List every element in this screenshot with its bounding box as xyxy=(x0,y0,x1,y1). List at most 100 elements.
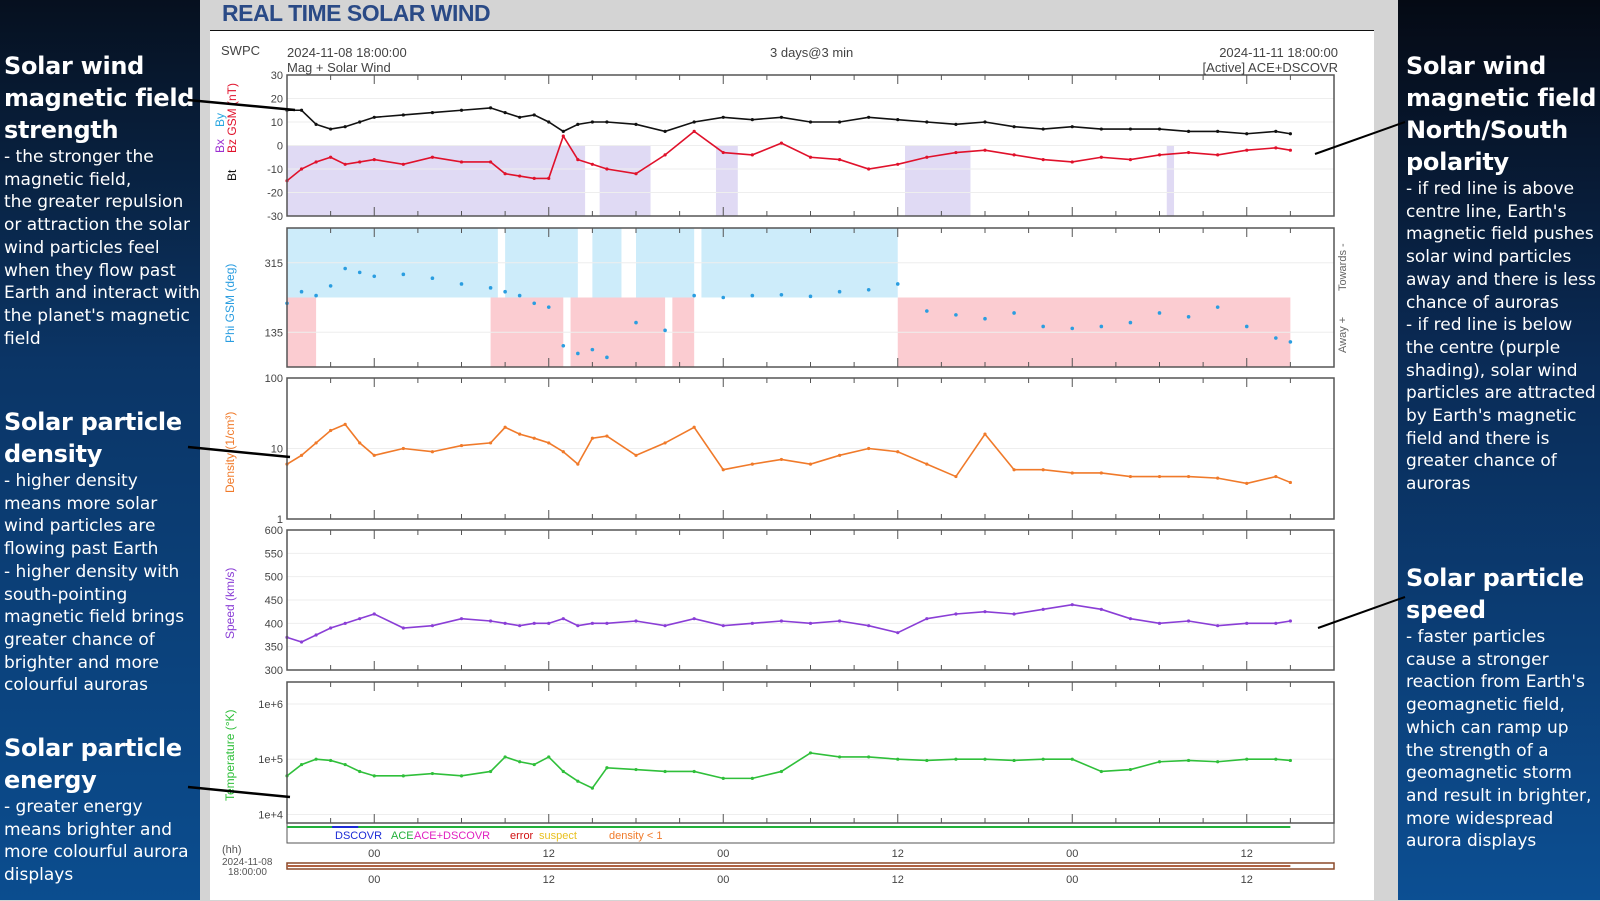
note-title: Solar particle speed xyxy=(1406,564,1584,624)
bz-series-point xyxy=(779,141,784,145)
mag-ytick-label: 30 xyxy=(271,70,283,82)
phi-point xyxy=(895,282,900,286)
mag-ytick-label: -20 xyxy=(267,188,283,200)
bt-series-point xyxy=(1216,129,1220,133)
phi-ytick-label: 315 xyxy=(265,258,283,270)
speed-series-point xyxy=(692,617,696,621)
chart-panel: SWPC 2024-11-08 18:00:00 Mag + Solar Win… xyxy=(210,30,1374,900)
speed-series-point xyxy=(605,621,609,625)
density-series-point xyxy=(808,462,813,466)
temperature-series-point xyxy=(576,779,580,783)
note-title: Solar wind magnetic field North/South po… xyxy=(1406,52,1597,176)
speed-series-point xyxy=(547,621,551,625)
bz-series-point xyxy=(1245,148,1249,152)
speed-series-point xyxy=(459,617,464,621)
phi-point xyxy=(692,293,696,298)
density-series-point xyxy=(692,425,696,429)
temperature-series-point xyxy=(372,774,376,778)
phi-point xyxy=(750,293,755,298)
bt-series-point xyxy=(1157,127,1162,131)
density-series-point xyxy=(1041,468,1045,472)
note-energy: Solar particle energy - greater energy m… xyxy=(4,732,200,887)
phi-point xyxy=(328,284,333,288)
bz-series-point xyxy=(314,160,318,164)
density-series-point xyxy=(1128,474,1133,479)
phi-point xyxy=(1215,305,1220,309)
bt-series-point xyxy=(532,113,536,117)
density-ytick-label: 100 xyxy=(265,373,283,385)
temperature-series-point xyxy=(459,774,464,778)
temperature-series-point xyxy=(954,757,958,761)
bz-series-point xyxy=(372,158,376,162)
speed-series-point xyxy=(867,624,871,628)
bz-series-point xyxy=(343,162,347,166)
temperature-series-point xyxy=(1128,767,1133,772)
mag-ytick-label: -10 xyxy=(267,164,283,176)
speed-ytick-label: 400 xyxy=(265,618,283,630)
time-tick-label: 12 xyxy=(1241,874,1253,886)
temperature-series-point xyxy=(983,757,987,761)
mag-ytick-label: 0 xyxy=(277,141,283,153)
legend-ace: ACE xyxy=(391,830,414,842)
density-series-point xyxy=(532,436,536,440)
legend-suspect: suspect xyxy=(539,830,577,842)
speed-series-point xyxy=(1216,624,1220,628)
ylabel-bt: Bt xyxy=(225,169,239,181)
temperature-series-point xyxy=(634,767,638,772)
bz-series-point xyxy=(503,172,507,176)
bt-series-point xyxy=(1186,129,1191,133)
density-series-point xyxy=(1288,480,1292,485)
bz-series-point xyxy=(1128,158,1133,162)
bz-series-point xyxy=(488,160,493,164)
bt-series-point xyxy=(358,120,362,124)
speed-series-point xyxy=(314,633,318,637)
phi-point xyxy=(808,294,813,299)
bt-series-point xyxy=(1128,127,1133,131)
temperature-series-point xyxy=(692,769,696,774)
plots-svg: Bt Bx By Bz GSM (nT) Phi GSM (deg) Towar… xyxy=(213,70,1349,886)
temperature-ytick-label: 1e+5 xyxy=(258,754,283,766)
density-series-point xyxy=(837,453,842,457)
bz-series-point xyxy=(329,155,333,159)
away-label: Away + xyxy=(1337,317,1349,353)
ylabel-bz: Bz GSM (nT) xyxy=(225,83,239,153)
speed-series-point xyxy=(329,626,333,630)
bt-series-point xyxy=(547,120,551,124)
bt-series-point xyxy=(896,118,900,122)
temperature-series-point xyxy=(721,776,725,780)
bz-series-point xyxy=(459,160,464,164)
bz-series-point xyxy=(634,172,638,176)
note-title: Solar wind magnetic field strength xyxy=(4,52,195,144)
phi-point xyxy=(925,309,929,313)
density-series-point xyxy=(488,441,493,445)
temperature-series-point xyxy=(329,758,333,763)
speed-ylabel: Speed (km/s) xyxy=(223,568,237,639)
phi-point xyxy=(561,343,566,348)
bt-series-point xyxy=(576,122,580,126)
density-series-line xyxy=(286,423,1291,485)
speed-series-point xyxy=(808,621,813,625)
bt-series-point xyxy=(329,127,333,131)
temperature-series-point xyxy=(1274,757,1278,761)
note-body: - greater energy means brighter and more… xyxy=(4,797,189,886)
phi-point xyxy=(634,320,638,325)
bz-series-point xyxy=(1012,153,1016,157)
bt-series-point xyxy=(1274,129,1278,133)
phi-point xyxy=(1099,324,1104,329)
bz-series-point xyxy=(867,167,871,171)
bt-series-point xyxy=(605,120,609,124)
phi-point xyxy=(1288,340,1293,344)
phi-point xyxy=(983,316,987,321)
bz-series-point xyxy=(401,162,405,166)
phi-point xyxy=(1157,311,1162,315)
bt-series-point xyxy=(1288,132,1292,136)
legend-error: error xyxy=(510,830,534,842)
speed-series-point xyxy=(343,621,347,625)
time-tick-label: 00 xyxy=(368,848,380,860)
bt-series-point xyxy=(750,118,754,122)
speed-series-point xyxy=(1274,621,1278,625)
bt-series-point xyxy=(459,108,464,112)
bz-south-shade xyxy=(1166,145,1175,216)
bz-series-point xyxy=(1070,160,1074,164)
speed-series-point xyxy=(299,640,304,644)
